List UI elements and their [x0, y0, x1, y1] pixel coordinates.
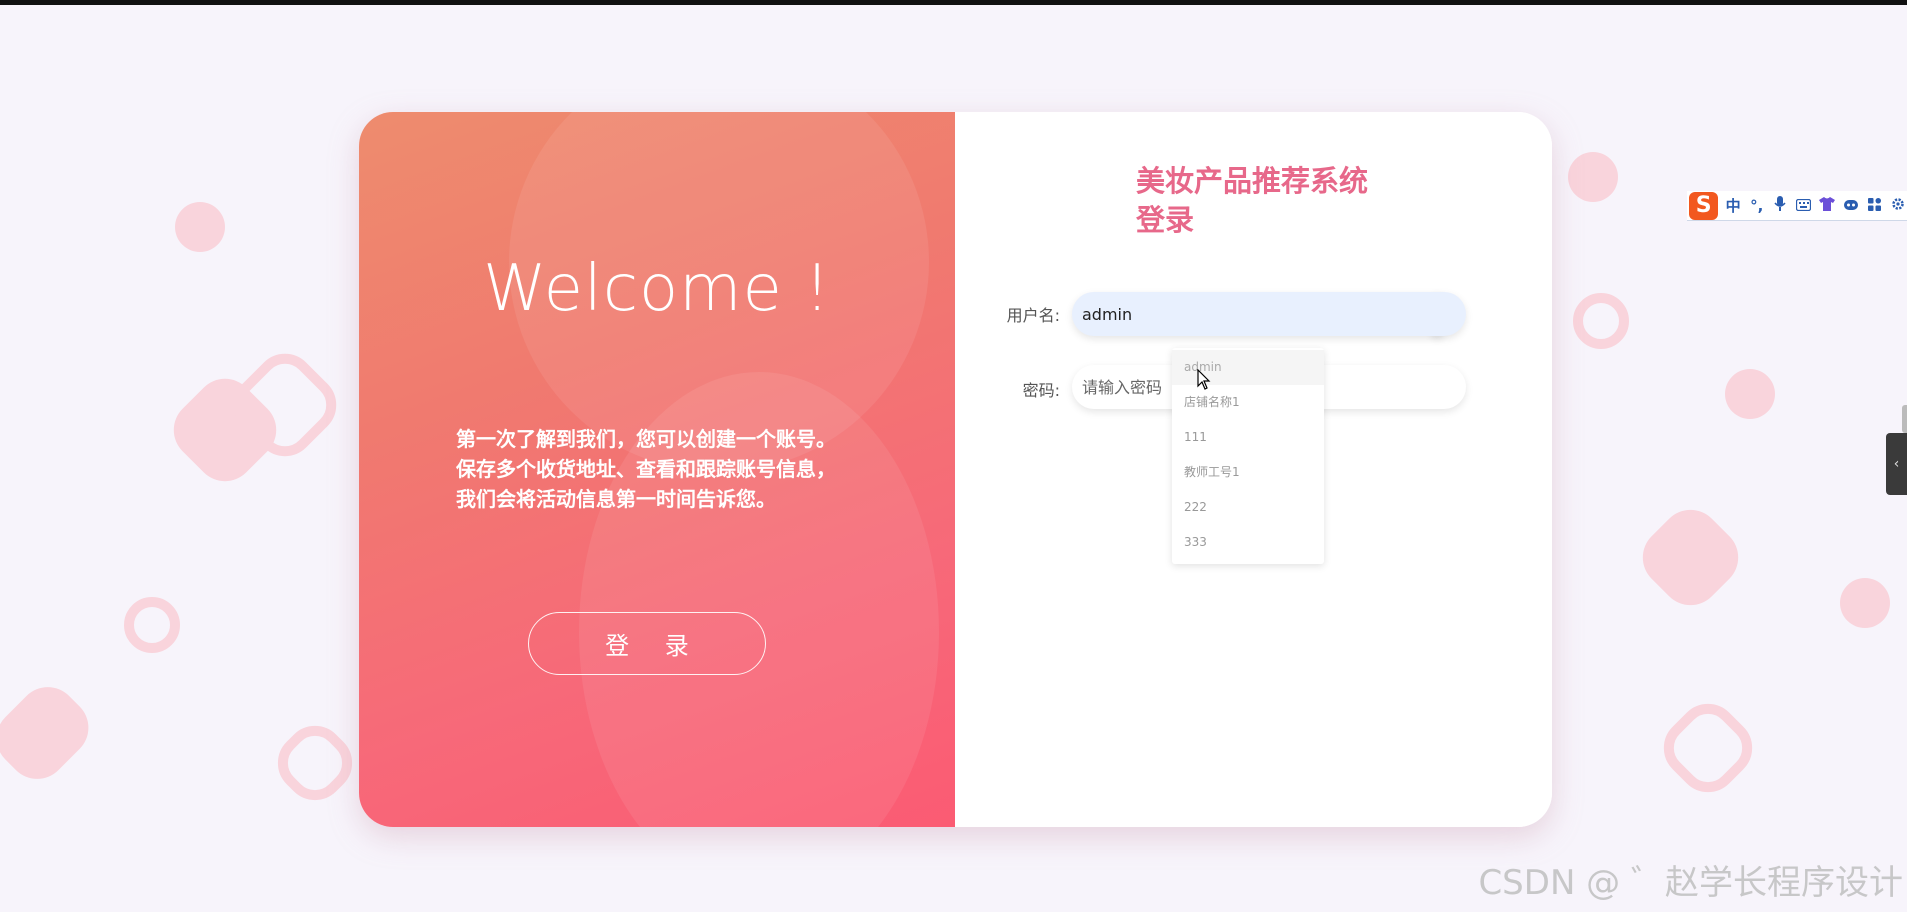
autocomplete-dropdown: admin 店铺名称1 111 教师工号1 222 333: [1172, 348, 1324, 564]
shirt-icon[interactable]: [1819, 196, 1837, 215]
punctuation-icon[interactable]: °,: [1748, 197, 1766, 215]
decor-diamond-ring: [221, 341, 349, 469]
chevron-left-icon: ‹: [1893, 456, 1900, 472]
password-label: 密码:: [1022, 381, 1060, 400]
window-top-bar: [0, 0, 1907, 5]
decor-circle: [1725, 369, 1775, 419]
decor-diamond: [1630, 497, 1751, 618]
robot-icon[interactable]: [1842, 197, 1860, 215]
decor-circle: [1840, 578, 1890, 628]
decor-diamond: [161, 366, 289, 494]
side-collapse-tab[interactable]: ‹: [1886, 433, 1907, 495]
autocomplete-item[interactable]: admin: [1172, 350, 1324, 385]
intro-line: 我们会将活动信息第一时间告诉您。: [456, 487, 776, 511]
decor-ring: [1573, 293, 1629, 349]
autocomplete-item[interactable]: 店铺名称1: [1172, 385, 1324, 420]
chinese-mode-icon[interactable]: 中: [1724, 195, 1742, 216]
keyboard-icon[interactable]: [1795, 197, 1813, 215]
autocomplete-item[interactable]: 333: [1172, 525, 1324, 560]
intro-line: 保存多个收货地址、查看和跟踪账号信息，: [456, 457, 836, 481]
system-title: 美妆产品推荐系统 登录: [1136, 162, 1396, 240]
ime-toolbar: S 中 °,: [1687, 191, 1907, 221]
login-button[interactable]: 登 录: [528, 612, 766, 675]
mic-icon[interactable]: [1772, 196, 1790, 215]
decor-circle: [175, 202, 225, 252]
username-input-box[interactable]: [1072, 292, 1466, 336]
sogou-logo-icon[interactable]: S: [1689, 191, 1719, 220]
page: Welcome ! 第一次了解到我们，您可以创建一个账号。 保存多个收货地址、查…: [0, 0, 1907, 912]
gear-icon[interactable]: [1889, 197, 1907, 215]
decor-diamond-ring: [265, 713, 365, 813]
autocomplete-item[interactable]: 222: [1172, 490, 1324, 525]
login-card: Welcome ! 第一次了解到我们，您可以创建一个账号。 保存多个收货地址、查…: [359, 112, 1552, 827]
mouse-cursor-icon: [1197, 369, 1211, 390]
username-label: 用户名:: [1006, 306, 1060, 325]
decor-ring: [124, 597, 180, 653]
side-scroll-marker: [1902, 405, 1907, 433]
welcome-heading: Welcome !: [483, 252, 831, 326]
welcome-panel: Welcome ! 第一次了解到我们，您可以创建一个账号。 保存多个收货地址、查…: [359, 112, 955, 827]
decor-circle: [1568, 152, 1618, 202]
system-title-line: 美妆产品推荐系统: [1136, 164, 1369, 198]
decor-diamond: [0, 674, 101, 792]
watermark: CSDN @ ゛赵学长程序设计: [1478, 863, 1903, 903]
autocomplete-item[interactable]: 教师工号1: [1172, 455, 1324, 490]
autocomplete-item[interactable]: 111: [1172, 420, 1324, 455]
intro-text: 第一次了解到我们，您可以创建一个账号。 保存多个收货地址、查看和跟踪账号信息， …: [456, 424, 896, 514]
intro-line: 第一次了解到我们，您可以创建一个账号。: [456, 427, 836, 451]
grid-icon[interactable]: [1866, 197, 1884, 215]
system-title-line: 登录: [1136, 203, 1195, 237]
decor-diamond-ring: [1651, 691, 1765, 805]
